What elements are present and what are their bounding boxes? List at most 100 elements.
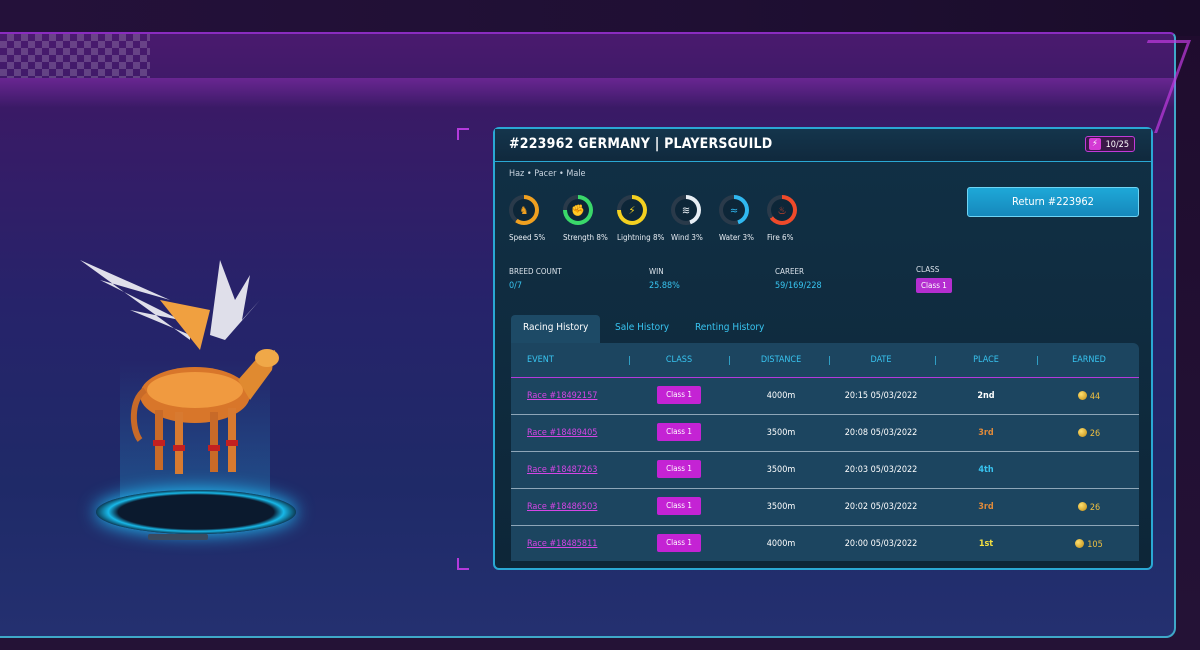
race-link[interactable]: Race #18486503 <box>527 502 597 512</box>
date: 20:08 05/03/2022 <box>844 428 918 438</box>
stat-speed: ♞ Speed 5% <box>509 195 553 242</box>
bracket-top-left <box>457 128 469 140</box>
class-badge: Class 1 <box>657 423 701 441</box>
stat-label-strength: Strength 8% <box>563 233 608 242</box>
career-value: 59/169/228 <box>775 281 822 291</box>
earned: 105 <box>1059 539 1119 550</box>
place: 4th <box>978 465 994 475</box>
header-earned: EARNED <box>1072 355 1106 365</box>
table-row: Race #18487263 Class 1 3500m 20:03 05/03… <box>511 452 1139 489</box>
stat-wind: ≋ Wind 3% <box>671 195 715 242</box>
lightning-icon: ⚡ <box>621 199 643 221</box>
water-icon: ≈ <box>723 199 745 221</box>
class-badge: Class 1 <box>916 278 952 293</box>
class-badge: Class 1 <box>657 386 701 404</box>
win-label: WIN <box>649 267 664 276</box>
header-place: PLACE <box>973 355 999 365</box>
date: 20:00 05/03/2022 <box>844 539 918 549</box>
horse-detail-panel: #223962 GERMANY | PLAYERSGUILD ⚡ 10/25 H… <box>493 127 1153 570</box>
header-date: DATE <box>870 355 892 365</box>
career-label: CAREER <box>775 267 805 276</box>
horse-stage <box>60 240 310 560</box>
panel-header: #223962 GERMANY | PLAYERSGUILD ⚡ 10/25 <box>495 129 1151 162</box>
earned-value: 26 <box>1089 503 1101 513</box>
table-row: Race #18492157 Class 1 4000m 20:15 05/03… <box>511 378 1139 415</box>
stat-water: ≈ Water 3% <box>719 195 763 242</box>
lightning-icon: ⚡ <box>1089 138 1101 150</box>
race-link[interactable]: Race #18489405 <box>527 428 597 438</box>
bracket-bottom-left <box>457 558 469 570</box>
checker-decoration <box>0 34 150 78</box>
top-band <box>0 0 1200 36</box>
career: CAREER 59/169/228 <box>775 267 822 291</box>
distance: 3500m <box>766 465 796 475</box>
stat-label-lightning: Lightning 8% <box>617 233 665 242</box>
class-info: CLASS Class 1 <box>916 265 952 293</box>
place: 1st <box>978 539 994 549</box>
tab-renting-history[interactable]: Renting History <box>695 315 764 343</box>
return-button[interactable]: Return #223962 <box>967 187 1139 217</box>
earned-value: 26 <box>1089 429 1101 439</box>
class-badge: Class 1 <box>657 534 701 552</box>
fire-ring: ♨ <box>767 195 797 225</box>
tab-racing-history[interactable]: Racing History <box>511 315 601 343</box>
racing-history-table: EVENT CLASS DISTANCE DATE PLACE EARNED R… <box>511 343 1139 561</box>
earned-value: 44 <box>1089 392 1101 402</box>
breed-count-value: 0/7 <box>509 281 523 291</box>
win-rate: WIN 25.88% <box>649 267 680 291</box>
stat-lightning: ⚡ Lightning 8% <box>617 195 665 242</box>
date: 20:02 05/03/2022 <box>844 502 918 512</box>
coin-icon <box>1077 428 1087 437</box>
stats-row: ♞ Speed 5% ✊ Strength 8% ⚡ Lightning 8% … <box>509 195 809 255</box>
water-ring: ≈ <box>719 195 749 225</box>
class-badge: Class 1 <box>657 497 701 515</box>
lightning-ring: ⚡ <box>617 195 647 225</box>
header-divider <box>1037 356 1038 365</box>
table-row: Race #18485811 Class 1 4000m 20:00 05/03… <box>511 526 1139 561</box>
header-distance: DISTANCE <box>760 355 802 365</box>
horse-icon: ♞ <box>513 199 535 221</box>
horse-traits: Haz • Pacer • Male <box>509 169 586 179</box>
header-divider <box>829 356 830 365</box>
stat-strength: ✊ Strength 8% <box>563 195 608 242</box>
fist-icon: ✊ <box>567 199 589 221</box>
race-link[interactable]: Race #18485811 <box>527 539 597 549</box>
place: 3rd <box>978 502 994 512</box>
header-divider <box>729 356 730 365</box>
coin-icon <box>1077 502 1087 511</box>
place: 2nd <box>977 391 995 401</box>
stat-label-water: Water 3% <box>719 233 754 242</box>
place: 3rd <box>978 428 994 438</box>
class-label: CLASS <box>916 265 940 274</box>
distance: 4000m <box>766 391 796 401</box>
race-link[interactable]: Race #18487263 <box>527 465 597 475</box>
strength-ring: ✊ <box>563 195 593 225</box>
breed-count: BREED COUNT 0/7 <box>509 267 562 291</box>
header-divider <box>935 356 936 365</box>
horse-image <box>80 260 279 474</box>
earned-value: 105 <box>1087 540 1103 550</box>
table-row: Race #18486503 Class 1 3500m 20:02 05/03… <box>511 489 1139 526</box>
table-row: Race #18489405 Class 1 3500m 20:08 05/03… <box>511 415 1139 452</box>
distance: 3500m <box>766 428 796 438</box>
race-link[interactable]: Race #18492157 <box>527 391 597 401</box>
header-class: CLASS <box>665 355 693 365</box>
glow-line <box>0 78 1176 108</box>
date: 20:15 05/03/2022 <box>844 391 918 401</box>
stat-label-speed: Speed 5% <box>509 233 546 242</box>
energy-value: 10/25 <box>1105 140 1129 150</box>
fire-icon: ♨ <box>771 199 793 221</box>
earned: 26 <box>1059 428 1119 439</box>
distance: 4000m <box>766 539 796 549</box>
earned: 44 <box>1059 391 1119 402</box>
class-badge: Class 1 <box>657 460 701 478</box>
breed-count-label: BREED COUNT <box>509 267 562 276</box>
distance: 3500m <box>766 502 796 512</box>
horse-title: #223962 GERMANY | PLAYERSGUILD <box>509 136 773 152</box>
earned: 26 <box>1059 502 1119 513</box>
speed-ring: ♞ <box>509 195 539 225</box>
win-value: 25.88% <box>649 281 680 291</box>
wind-icon: ≋ <box>675 199 697 221</box>
platform-label <box>148 534 208 540</box>
tab-sale-history[interactable]: Sale History <box>615 315 669 343</box>
